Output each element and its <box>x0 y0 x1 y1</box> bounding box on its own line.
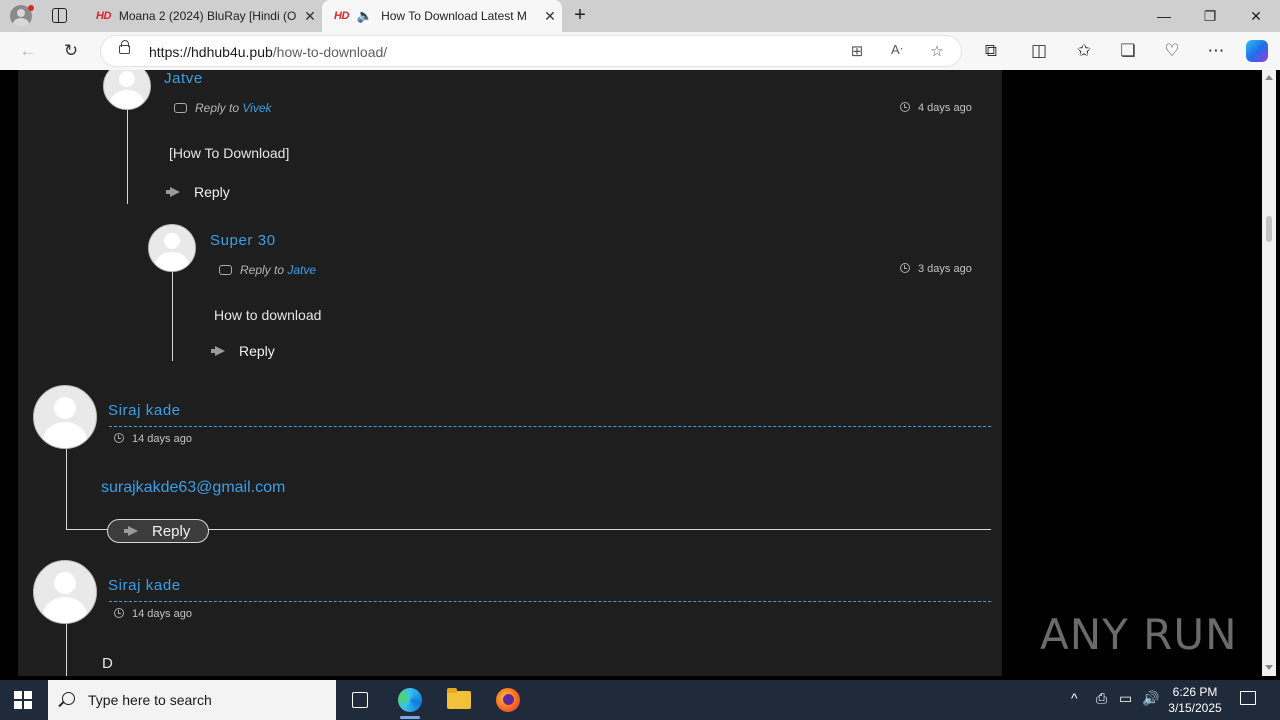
volume-icon[interactable]: 🔊 <box>1142 690 1159 707</box>
search-icon <box>62 692 75 705</box>
close-tab-icon[interactable]: ✕ <box>538 8 562 25</box>
refresh-button[interactable]: ↻ <box>58 38 84 64</box>
back-button[interactable]: ← <box>15 38 41 64</box>
avatar <box>103 70 151 110</box>
comment-time: 14 days ago <box>114 608 192 620</box>
comments-section: Jatve Reply to Vivek 4 days ago [How To … <box>18 70 1002 676</box>
windows-start-icon[interactable] <box>14 691 32 709</box>
url-text[interactable]: https://hdhub4u.pub/how-to-download/ <box>149 44 387 60</box>
reply-button[interactable]: Reply <box>211 343 275 359</box>
device-icon[interactable]: ⎙ <box>1096 690 1107 707</box>
scroll-down-arrow-icon[interactable] <box>1265 665 1273 670</box>
tab-bar: HD Moana 2 (2024) BluRay [Hindi (O ✕ HD … <box>0 0 1280 32</box>
author-divider <box>109 601 991 602</box>
reply-to-label: Reply to Vivek <box>174 101 272 115</box>
task-view-icon <box>352 692 368 708</box>
comment-time: 3 days ago <box>900 263 972 275</box>
more-menu-icon[interactable]: ⋯ <box>1203 38 1229 64</box>
tab-actions-icon[interactable] <box>52 8 67 23</box>
speaker-icon[interactable]: 🔈 <box>357 8 373 24</box>
reply-arrow-icon <box>211 346 229 356</box>
network-icon[interactable]: ▭ <box>1119 690 1132 707</box>
clock-icon <box>900 263 910 273</box>
reply-to-link[interactable]: Jatve <box>287 263 316 277</box>
page-scrollbar[interactable] <box>1262 70 1276 676</box>
reply-button[interactable]: Reply <box>107 519 209 543</box>
edge-browser-icon <box>398 688 422 712</box>
browser-essentials-icon[interactable]: ♡ <box>1159 38 1185 64</box>
thread-line <box>127 110 128 204</box>
taskbar-search-box[interactable]: Type here to search <box>48 680 336 720</box>
thread-line <box>66 449 67 529</box>
scrollbar-thumb[interactable] <box>1266 216 1272 242</box>
page-viewport: Jatve Reply to Vivek 4 days ago [How To … <box>4 70 1262 676</box>
clock-date: 3/15/2025 <box>1168 701 1222 715</box>
clock-icon <box>900 102 910 112</box>
comment-author[interactable]: Siraj kade <box>108 402 181 419</box>
browser-toolbar: ← ↻ https://hdhub4u.pub/how-to-download/… <box>0 32 1280 70</box>
tab-how-to-download[interactable]: HD 🔈 How To Download Latest M ✕ <box>322 0 562 32</box>
tab-title: How To Download Latest M <box>381 9 527 23</box>
extensions-icon[interactable]: ⧉ <box>978 38 1004 64</box>
minimize-button[interactable]: — <box>1141 0 1187 32</box>
comment-text: [How To Download] <box>169 145 290 161</box>
anyrun-watermark: ANY RUN <box>1040 610 1238 659</box>
search-placeholder: Type here to search <box>88 692 212 708</box>
close-tab-icon[interactable]: ✕ <box>298 8 322 25</box>
avatar <box>33 385 97 449</box>
comment-time: 4 days ago <box>900 102 972 114</box>
reply-to-link[interactable]: Vivek <box>242 101 271 115</box>
reply-arrow-icon <box>166 187 184 197</box>
thread-line <box>66 624 67 676</box>
hd-favicon-icon: HD <box>334 10 349 22</box>
close-window-button[interactable]: ✕ <box>1233 0 1279 32</box>
restore-button[interactable]: ❐ <box>1187 0 1233 32</box>
chat-bubble-icon <box>174 103 187 113</box>
hd-favicon-icon: HD <box>96 10 111 22</box>
firefox-icon <box>496 688 520 712</box>
read-aloud-icon[interactable]: Aᐧ <box>887 42 907 58</box>
tab-moana[interactable]: HD Moana 2 (2024) BluRay [Hindi (O ✕ <box>84 0 322 32</box>
favorite-star-icon[interactable]: ☆ <box>927 42 947 60</box>
chat-bubble-icon <box>219 265 232 275</box>
split-screen-icon[interactable]: ◫ <box>1026 38 1052 64</box>
taskbar-file-explorer[interactable] <box>435 680 483 720</box>
copilot-icon[interactable] <box>1246 40 1268 62</box>
address-bar[interactable]: https://hdhub4u.pub/how-to-download/ ⊞ A… <box>100 35 962 67</box>
clock-icon <box>114 608 124 618</box>
thread-line <box>172 272 173 361</box>
lock-icon[interactable] <box>119 40 130 54</box>
author-divider <box>109 426 991 427</box>
avatar <box>148 224 196 272</box>
scroll-up-arrow-icon[interactable] <box>1265 75 1273 80</box>
comment-email-link[interactable]: surajkakde63@gmail.com <box>101 479 285 497</box>
tab-title: Moana 2 (2024) BluRay [Hindi (O <box>118 9 297 23</box>
app-available-icon[interactable]: ⊞ <box>847 42 867 60</box>
favorites-icon[interactable]: ✩ <box>1071 38 1097 64</box>
collections-icon[interactable]: ❏ <box>1115 38 1141 64</box>
taskbar-firefox[interactable] <box>484 680 532 720</box>
taskbar-edge[interactable] <box>386 680 434 720</box>
comment-time: 14 days ago <box>114 433 192 445</box>
clock-time: 6:26 PM <box>1172 685 1218 699</box>
reply-button[interactable]: Reply <box>166 184 230 200</box>
avatar <box>33 560 97 624</box>
comment-text: D <box>102 655 113 672</box>
comment-text: How to download <box>214 307 322 323</box>
clock-icon <box>114 433 124 443</box>
reply-arrow-icon <box>124 526 142 536</box>
profile-notification-dot <box>28 5 34 11</box>
comment-author[interactable]: Siraj kade <box>108 577 181 594</box>
task-view-button[interactable] <box>336 680 384 720</box>
reply-to-label: Reply to Jatve <box>219 263 316 277</box>
show-hidden-icons-chevron-icon[interactable]: ^ <box>1071 690 1078 706</box>
new-tab-button[interactable]: + <box>568 4 592 28</box>
windows-taskbar: Type here to search ^ ⎙ ▭ 🔊 6:26 PM 3/15… <box>0 680 1280 720</box>
file-explorer-icon <box>447 688 471 709</box>
notification-center-icon[interactable] <box>1240 691 1256 705</box>
taskbar-clock[interactable]: 6:26 PM 3/15/2025 <box>1160 684 1230 716</box>
comment-author[interactable]: Jatve <box>164 70 203 87</box>
comment-author[interactable]: Super 30 <box>210 232 276 249</box>
